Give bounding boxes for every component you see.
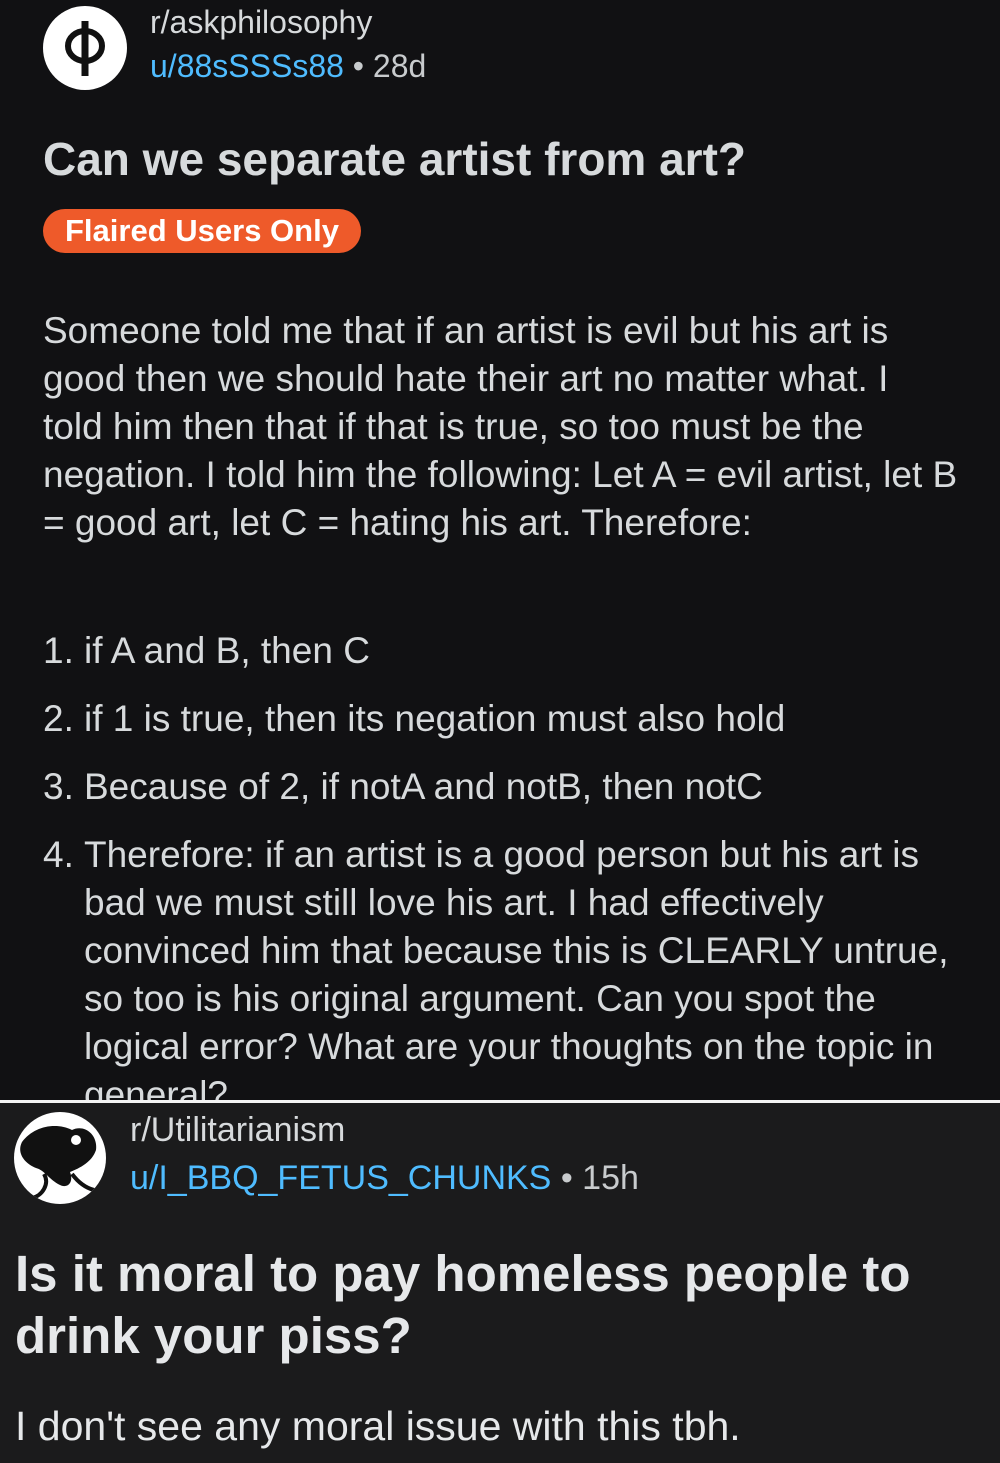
list-text: Therefore: if an artist is a good person… (84, 834, 949, 1100)
post-1: r/askphilosophy u/88sSSSs88 • 28d Can we… (0, 0, 1000, 1100)
post-meta: u/I_BBQ_FETUS_CHUNKS • 15h (130, 1159, 639, 1198)
phi-icon[interactable] (43, 6, 127, 90)
list-number: 1. (43, 630, 74, 671)
post-title[interactable]: Can we separate artist from art? (43, 132, 746, 186)
list-item: 2. if 1 is true, then its negation must a… (43, 695, 958, 743)
list-text: if A and B, then C (84, 630, 370, 671)
post-2: r/Utilitarianism u/I_BBQ_FETUS_CHUNKS • … (0, 1103, 1000, 1463)
username-link[interactable]: u/88sSSSs88 (150, 48, 344, 84)
post-body: I don't see any moral issue with this tb… (15, 1403, 741, 1449)
post-body: Someone told me that if an artist is evi… (43, 310, 958, 543)
subreddit-name[interactable]: r/Utilitarianism (130, 1111, 345, 1150)
meta-separator: • (560, 1159, 573, 1197)
post-age: 15h (582, 1159, 639, 1197)
argument-list: 1. if A and B, then C 2. if 1 is true, the… (43, 627, 958, 1100)
list-number: 3. (43, 766, 74, 807)
list-number: 4. (43, 834, 74, 875)
subreddit-logo-icon[interactable] (14, 1112, 106, 1204)
list-item: 1. if A and B, then C (43, 627, 958, 675)
list-text: Because of 2, if notA and notB, then not… (84, 766, 763, 807)
list-text: if 1 is true, then its negation must als… (84, 698, 786, 739)
list-number: 2. (43, 698, 74, 739)
meta-separator: • (352, 48, 364, 84)
list-item: 3. Because of 2, if notA and notB, then n… (43, 763, 958, 811)
username-link[interactable]: u/I_BBQ_FETUS_CHUNKS (130, 1159, 551, 1197)
list-item: 4. Therefore: if an artist is a good pers… (43, 831, 958, 1100)
post-title[interactable]: Is it moral to pay homeless people to dr… (15, 1243, 985, 1367)
flair-badge: Flaired Users Only (43, 209, 361, 253)
post-age: 28d (372, 48, 427, 84)
subreddit-name[interactable]: r/askphilosophy (150, 4, 372, 41)
post-meta: u/88sSSSs88 • 28d (150, 48, 426, 85)
